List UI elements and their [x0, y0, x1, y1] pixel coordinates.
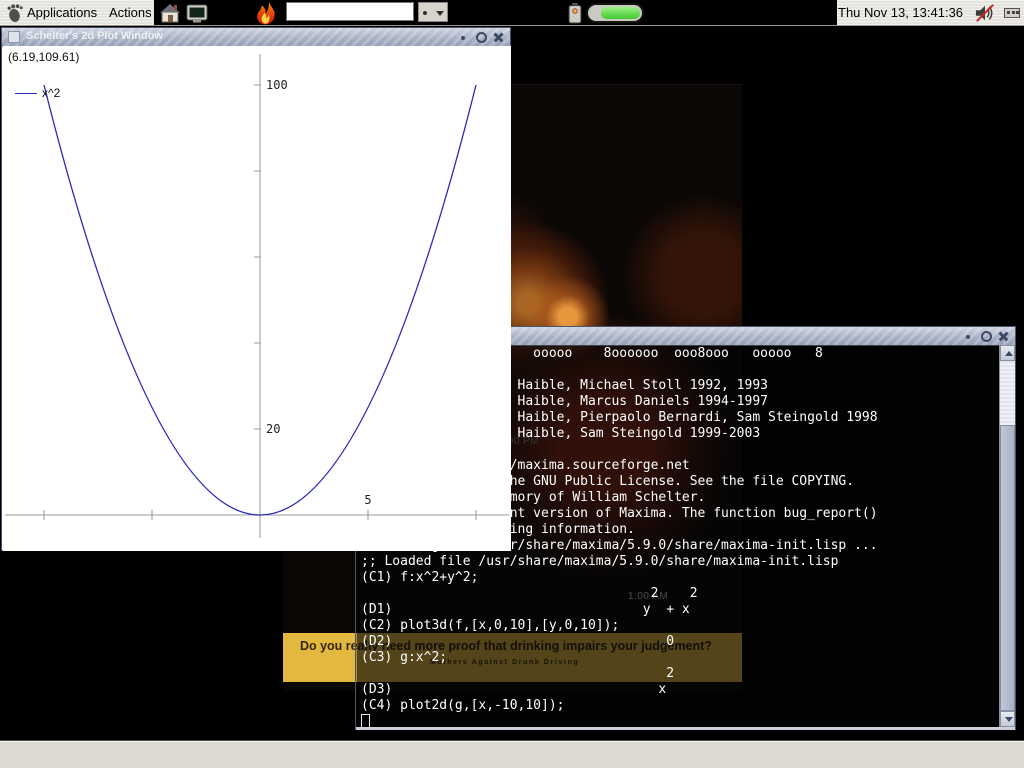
- mini-commander-applet: [418, 2, 448, 22]
- command-line-input[interactable]: [286, 2, 414, 21]
- parabola-chart: 100 20 5: [3, 46, 511, 551]
- menu-actions[interactable]: Actions: [109, 0, 152, 25]
- cursor-coordinates-readout: (6.19,109.61): [8, 50, 79, 64]
- svg-text:100: 100: [266, 78, 288, 92]
- flame-launcher-icon[interactable]: [252, 0, 282, 26]
- taskbar: [2003-11-13] 2d plot Terminal: [0, 740, 1024, 768]
- window-icon: [8, 31, 20, 43]
- maximize-button[interactable]: [474, 30, 488, 44]
- legend-line-sample: [15, 93, 37, 94]
- battery-icon: [566, 2, 584, 24]
- menu-applications[interactable]: Applications: [27, 0, 97, 25]
- battery-charge-meter: [586, 3, 644, 23]
- terminal-scrollbar[interactable]: [999, 345, 1015, 727]
- scrollbar-thumb[interactable]: [1000, 425, 1015, 711]
- plot-titlebar[interactable]: Schelter's 2d Plot Window: [2, 28, 510, 47]
- minimize-button[interactable]: [961, 329, 975, 343]
- close-button[interactable]: [997, 329, 1011, 343]
- svg-text:5: 5: [364, 493, 371, 507]
- top-panel: Applications Actions: [0, 0, 1024, 26]
- terminal-launcher-icon[interactable]: [185, 1, 209, 25]
- battery-charge-level: [601, 7, 640, 19]
- plot-window: Schelter's 2d Plot Window 100 20 5 (6.19,1…: [1, 27, 511, 551]
- maximize-button[interactable]: [979, 329, 993, 343]
- close-button[interactable]: [492, 30, 506, 44]
- keyboard-indicator-icon[interactable]: [1004, 8, 1020, 18]
- legend-label: x^2: [42, 86, 60, 100]
- scrollbar-track[interactable]: [1000, 361, 1015, 425]
- svg-text:20: 20: [266, 422, 280, 436]
- dropdown-arrow-icon[interactable]: [436, 11, 444, 16]
- desktop: 11:00 PM 1:00 AM Do you really need more…: [0, 0, 1024, 768]
- gnome-foot-menu-icon[interactable]: [5, 3, 25, 23]
- plot-canvas: 100 20 5 (6.19,109.61) x^2: [3, 46, 511, 551]
- volume-muted-icon[interactable]: [972, 3, 998, 23]
- minimize-button[interactable]: [456, 30, 470, 44]
- scrollbar-up-button[interactable]: [1000, 345, 1015, 361]
- terminal-cursor: [361, 714, 370, 727]
- terminal-bottom-border: [356, 727, 1015, 730]
- legend: x^2: [15, 86, 60, 100]
- plot-window-title: Schelter's 2d Plot Window: [26, 30, 163, 42]
- clock[interactable]: Thu Nov 13, 13:41:36: [838, 0, 963, 25]
- scrollbar-down-button[interactable]: [1000, 711, 1015, 727]
- home-launcher-icon[interactable]: [158, 1, 182, 25]
- bullet-icon[interactable]: [423, 11, 427, 15]
